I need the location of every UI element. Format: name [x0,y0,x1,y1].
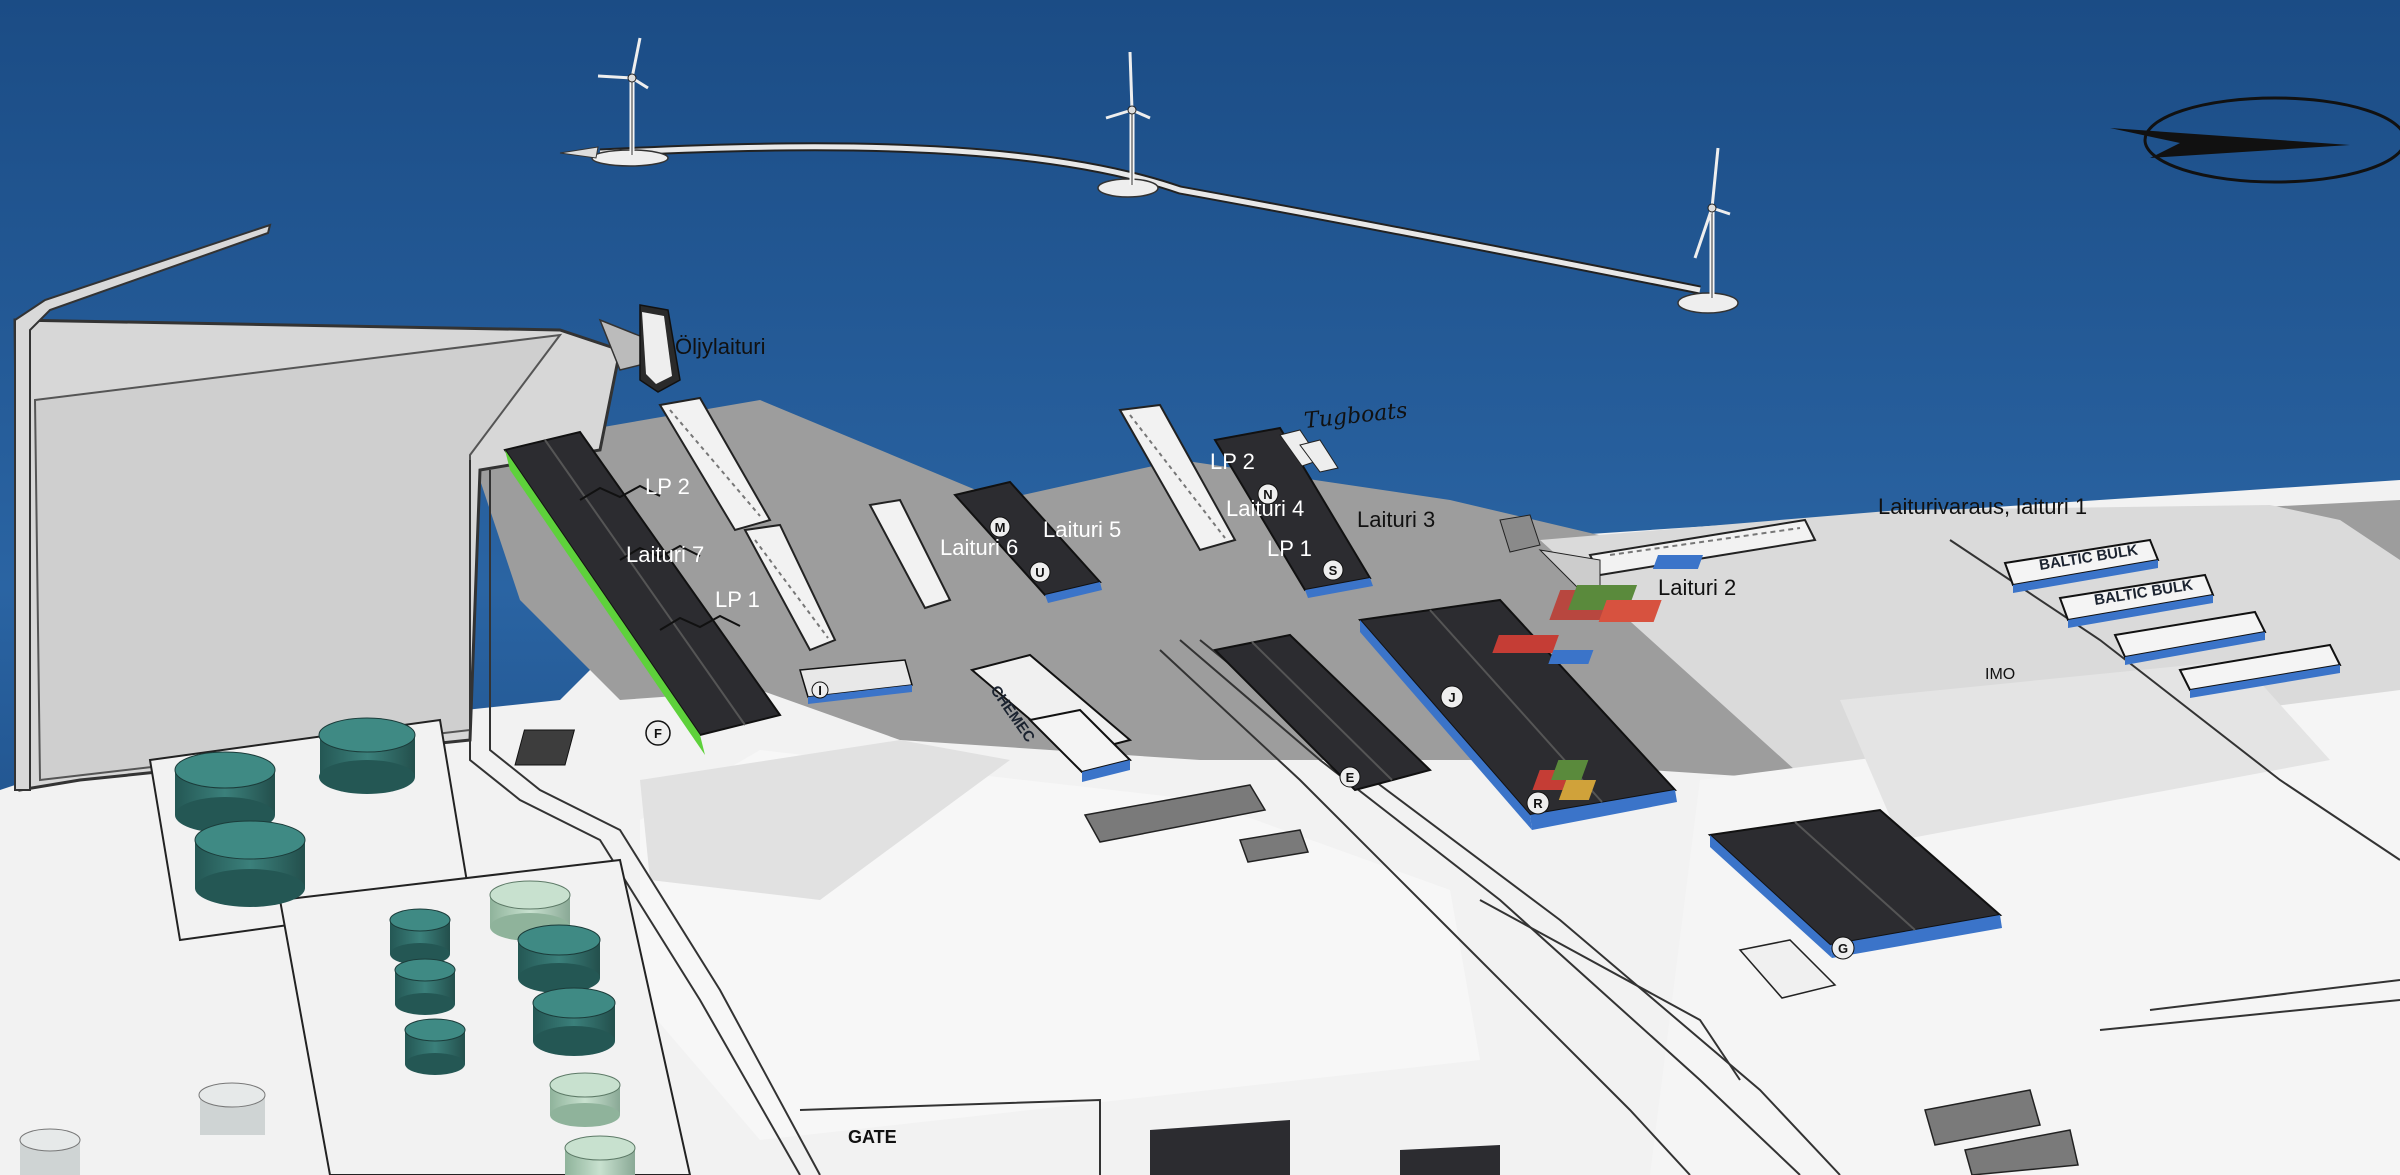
building-letter-e: E [1346,770,1355,785]
label-oljylaituri: Öljylaituri [675,334,765,359]
building-letter-f: F [654,726,662,741]
building-letter-u: U [1035,565,1044,580]
tank [564,1135,636,1175]
label-laituri-5: Laituri 5 [1043,517,1121,542]
label-lp1-west: LP 1 [715,587,760,612]
label-laituri-7: Laituri 7 [626,542,704,567]
tank [532,987,616,1056]
port-map: F M U N S I CHEMEC E J R G BALTIC BULK B… [0,0,2400,1175]
building-letter-i: I [818,683,822,698]
tank [19,1128,81,1175]
tank [394,958,456,1015]
label-laituri-6: Laituri 6 [940,535,1018,560]
label-laituri-3: Laituri 3 [1357,507,1435,532]
label-laiturivaraus: Laiturivaraus, laituri 1 [1878,494,2087,519]
label-laituri-4: Laituri 4 [1226,496,1304,521]
building-letter-g: G [1838,941,1848,956]
label-lp1-east: LP 1 [1267,536,1312,561]
tank [517,924,601,993]
building-letter-s: S [1329,563,1338,578]
tank [318,717,416,794]
label-laituri-2: Laituri 2 [1658,575,1736,600]
building-letter-j: J [1448,690,1455,705]
label-lp2-west: LP 2 [645,474,690,499]
tank [549,1072,621,1127]
label-lp2-east: LP 2 [1210,449,1255,474]
label-imo: IMO [1985,666,2015,683]
tank [198,1082,266,1135]
tank [389,908,451,965]
tank [194,820,306,907]
building-letter-m: M [995,520,1006,535]
label-gate: GATE [848,1127,897,1147]
building-letter-r: R [1533,796,1543,811]
tank [404,1018,466,1075]
